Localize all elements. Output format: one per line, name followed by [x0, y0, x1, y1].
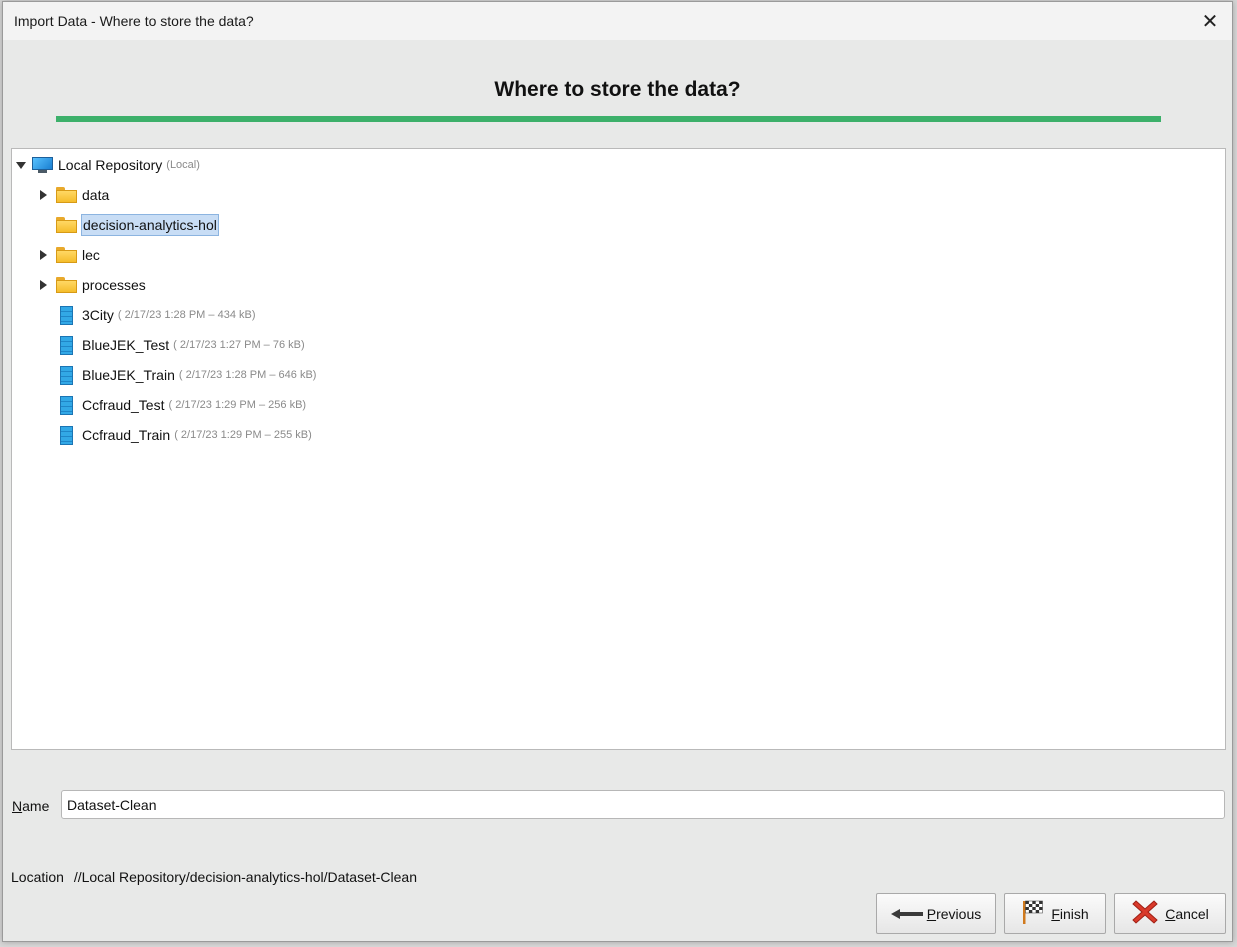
- tree-item-label: processes: [82, 277, 146, 293]
- window-title: Import Data - Where to store the data?: [14, 13, 254, 29]
- checkered-flag-icon: [1021, 899, 1045, 928]
- finish-button[interactable]: Finish: [1004, 893, 1106, 934]
- tree-item-meta: ( 2/17/23 1:29 PM – 255 kB): [174, 429, 312, 441]
- close-button[interactable]: ✕: [1188, 2, 1232, 40]
- name-label-mnemonic: N: [12, 798, 23, 814]
- previous-label: revious: [936, 905, 982, 922]
- tree-root-local-repository[interactable]: Local Repository (Local): [16, 152, 200, 178]
- tree-item-dataset[interactable]: Ccfraud_Train ( 2/17/23 1:29 PM – 255 kB…: [60, 422, 312, 448]
- tree-item-label: BlueJEK_Train: [82, 367, 175, 383]
- close-icon: ✕: [1201, 10, 1219, 33]
- location-row: Location //Local Repository/decision-ana…: [11, 869, 417, 885]
- cancel-button[interactable]: Cancel: [1114, 893, 1226, 934]
- previous-mnemonic: P: [926, 905, 937, 922]
- finish-label: inish: [1059, 905, 1089, 922]
- cancel-label: ancel: [1175, 905, 1209, 922]
- tree-item-dataset[interactable]: Ccfraud_Test ( 2/17/23 1:29 PM – 256 kB): [60, 392, 306, 418]
- tree-item-dataset[interactable]: 3City ( 2/17/23 1:28 PM – 434 kB): [60, 302, 256, 328]
- import-data-dialog: Import Data - Where to store the data? ✕…: [2, 1, 1233, 942]
- name-label-rest: ame: [22, 798, 50, 814]
- tree-item-meta: ( 2/17/23 1:29 PM – 256 kB): [168, 399, 307, 411]
- folder-icon: [56, 277, 77, 293]
- folder-icon: [56, 187, 77, 203]
- data-table-icon: [60, 395, 73, 415]
- tree-item-label: BlueJEK_Test: [82, 337, 170, 353]
- wizard-heading: Where to store the data?: [494, 78, 741, 101]
- title-bar: Import Data - Where to store the data? ✕: [3, 2, 1232, 40]
- tree-item-meta: ( 2/17/23 1:28 PM – 646 kB): [178, 369, 317, 381]
- repository-tree[interactable]: Local Repository (Local) data decision-a…: [11, 148, 1226, 750]
- tree-item-folder[interactable]: lec: [40, 242, 100, 268]
- tree-item-label: decision-analytics-hol: [81, 214, 219, 236]
- expand-down-icon[interactable]: [16, 161, 26, 169]
- tree-root-label: Local Repository: [58, 157, 163, 173]
- expand-right-icon[interactable]: [40, 250, 47, 260]
- data-table-icon: [60, 335, 73, 355]
- arrow-left-icon: [890, 908, 923, 919]
- tree-item-label: data: [82, 187, 110, 203]
- finish-mnemonic: F: [1051, 905, 1060, 922]
- location-label: Location: [11, 869, 64, 885]
- tree-item-meta: ( 2/17/23 1:27 PM – 76 kB): [173, 339, 305, 351]
- expand-right-icon[interactable]: [40, 190, 47, 200]
- tree-item-folder[interactable]: data: [40, 182, 109, 208]
- location-path: //Local Repository/decision-analytics-ho…: [73, 869, 417, 885]
- monitor-icon: [32, 156, 53, 174]
- folder-open-icon: [56, 217, 77, 233]
- tree-root-meta: (Local): [166, 159, 200, 171]
- previous-button[interactable]: Previous: [876, 893, 996, 934]
- tree-item-label: 3City: [82, 307, 114, 323]
- cancel-x-icon: [1131, 898, 1159, 929]
- tree-item-meta: ( 2/17/23 1:28 PM – 434 kB): [117, 309, 256, 321]
- cancel-mnemonic: C: [1165, 905, 1176, 922]
- expand-right-icon[interactable]: [40, 280, 47, 290]
- tree-item-folder-selected[interactable]: decision-analytics-hol: [56, 212, 219, 238]
- tree-item-folder[interactable]: processes: [40, 272, 146, 298]
- name-input[interactable]: [61, 790, 1225, 819]
- tree-item-label: lec: [82, 247, 100, 263]
- tree-item-label: Ccfraud_Test: [82, 397, 165, 413]
- wizard-progress-bar: [56, 116, 1161, 122]
- folder-icon: [56, 247, 77, 263]
- name-label: Name: [12, 798, 49, 814]
- data-table-icon: [60, 305, 73, 325]
- data-table-icon: [60, 425, 73, 445]
- data-table-icon: [60, 365, 73, 385]
- tree-item-dataset[interactable]: BlueJEK_Train ( 2/17/23 1:28 PM – 646 kB…: [60, 362, 316, 388]
- tree-item-dataset[interactable]: BlueJEK_Test ( 2/17/23 1:27 PM – 76 kB): [60, 332, 305, 358]
- tree-item-label: Ccfraud_Train: [82, 427, 171, 443]
